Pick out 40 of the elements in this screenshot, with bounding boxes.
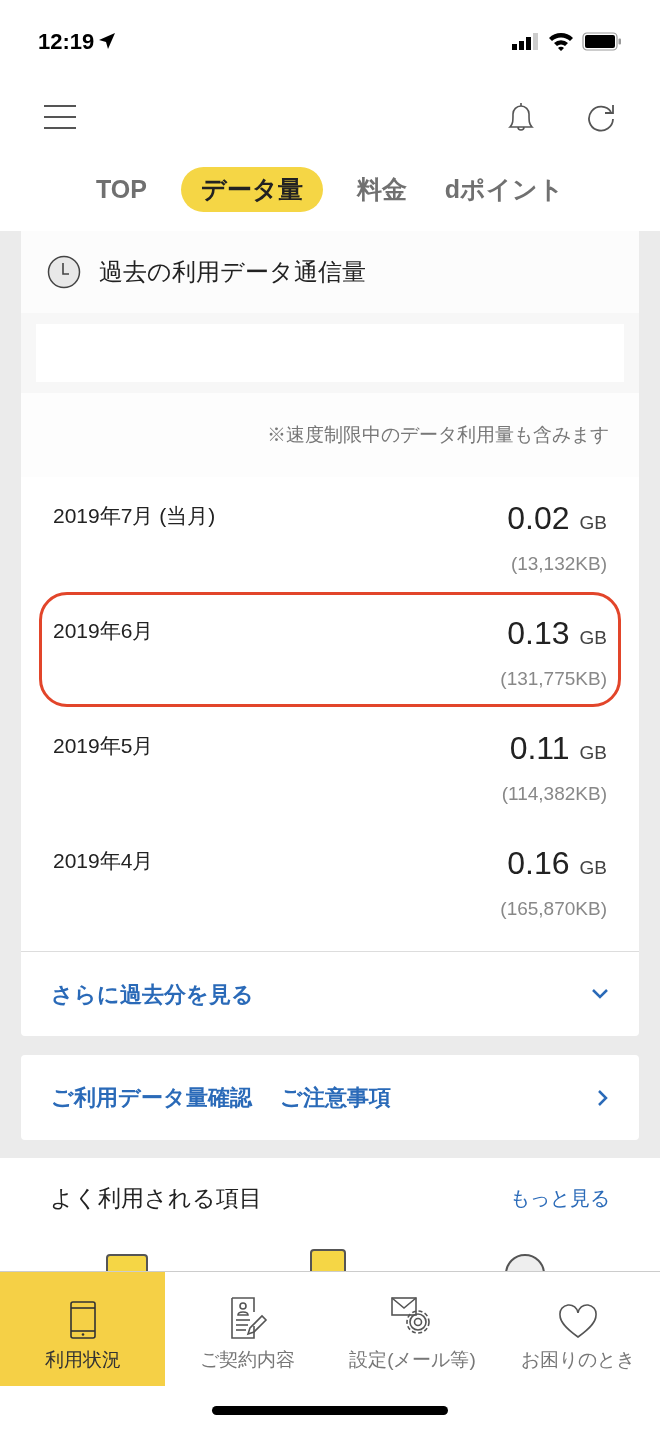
notice-link-card[interactable]: ご利用データ量確認 ご注意事項 [21, 1055, 639, 1140]
data-amount: 0.13 [507, 614, 570, 653]
unit-label: GB [579, 511, 607, 535]
show-more-button[interactable]: さらに過去分を見る [21, 951, 639, 1036]
phone-icon [67, 1299, 98, 1340]
data-amount: 0.02 [507, 499, 570, 538]
refresh-icon[interactable] [586, 102, 616, 132]
kb-amount: (131,775KB) [500, 667, 607, 691]
month-label: 2019年7月 (当月) [53, 503, 216, 529]
unit-label: GB [579, 741, 607, 765]
unit-label: GB [579, 626, 607, 650]
month-label: 2019年6月 [53, 618, 154, 644]
bell-icon[interactable] [506, 100, 536, 134]
data-amount: 0.16 [507, 844, 570, 883]
more-link[interactable]: もっと見る [510, 1183, 610, 1213]
nav-tab[interactable]: 料金 [352, 167, 411, 212]
kb-amount: (13,132KB) [510, 552, 607, 576]
menu-icon[interactable] [44, 105, 76, 129]
heart-icon [557, 1303, 598, 1340]
unit-label: GB [579, 856, 607, 880]
nav-tab[interactable]: データ量 [180, 167, 323, 212]
kb-amount: (165,870KB) [500, 897, 607, 921]
location-arrow-icon [98, 32, 117, 50]
chevron-right-icon [597, 1088, 609, 1107]
clock-icon [47, 255, 81, 289]
status-time: 12:19 [38, 27, 95, 56]
section-title: よく利用される項目 [50, 1183, 262, 1213]
wifi-icon [548, 31, 574, 51]
month-label: 2019年4月 [53, 848, 154, 874]
chevron-down-icon [591, 988, 609, 1000]
note-text: ※速度制限中のデータ利用量も含みます [267, 422, 609, 447]
data-amount: 0.11 [509, 729, 570, 768]
signal-icon [512, 32, 540, 50]
section-title: 過去の利用データ通信量 [99, 257, 366, 287]
nav-tab[interactable]: dポイント [440, 167, 569, 212]
nav-tab[interactable]: TOP [91, 167, 151, 212]
bottom-nav-tab[interactable]: 利用状況 [0, 1272, 165, 1386]
kb-amount: (114,382KB) [501, 782, 607, 806]
month-label: 2019年5月 [53, 733, 154, 759]
battery-icon [582, 31, 622, 51]
